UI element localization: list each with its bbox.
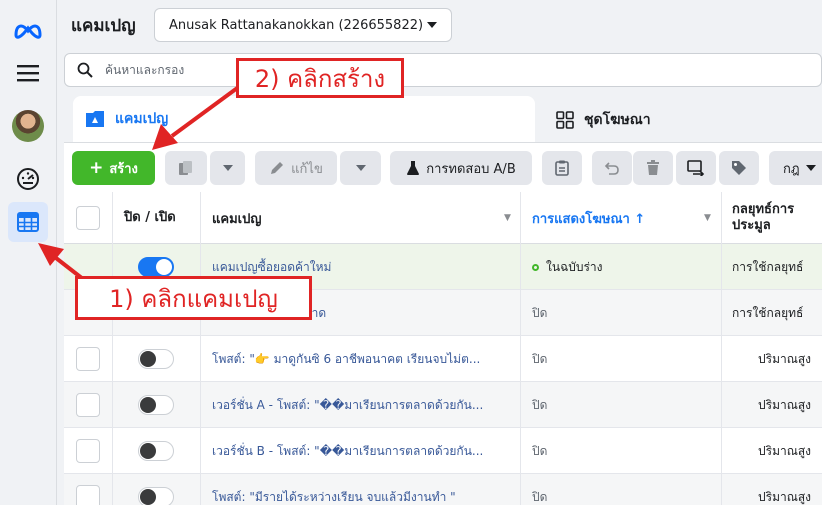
table-row[interactable]: เวอร์ชั่น A - โพสต์: "��มาเรียนการตลาดด้… bbox=[64, 382, 822, 428]
delivery-status: ปิด bbox=[532, 351, 548, 366]
column-header-campaign[interactable]: แคมเปญ bbox=[212, 192, 512, 244]
folder-icon bbox=[86, 111, 104, 127]
column-header-on-off[interactable]: ปิด / เปิด bbox=[124, 192, 182, 244]
annotation-step-2: 2) คลิกสร้าง bbox=[236, 58, 404, 98]
campaign-toggle[interactable] bbox=[138, 349, 174, 369]
campaign-name[interactable]: โพสต์: "มีรายได้ระหว่างเรียน จบแล้วมีงาน… bbox=[212, 474, 512, 505]
chevron-down-icon bbox=[355, 165, 366, 171]
chevron-down-icon bbox=[222, 165, 233, 171]
pencil-icon bbox=[271, 162, 284, 174]
delivery-status: ปิด bbox=[532, 443, 548, 458]
trash-icon bbox=[647, 160, 659, 175]
account-selector[interactable]: Anusak Rattanakanokkan (226655822) bbox=[154, 8, 452, 42]
table-row[interactable]: โพสต์: "มีรายได้ระหว่างเรียน จบแล้วมีงาน… bbox=[64, 474, 822, 505]
bid-strategy: การใช้กลยุทธ์ bbox=[732, 259, 804, 274]
duplicate-icon bbox=[179, 161, 192, 175]
campaigns-table-icon[interactable] bbox=[8, 202, 48, 242]
campaign-toggle[interactable] bbox=[138, 441, 174, 461]
campaign-name[interactable]: โพสต์: "👉 มาดูกันซิ 6 อาชีพอนาคต เรียนจบ… bbox=[212, 336, 512, 382]
row-checkbox[interactable] bbox=[76, 393, 100, 417]
dashboard-icon[interactable] bbox=[8, 159, 48, 199]
grid-icon bbox=[556, 111, 574, 129]
column-header-delivery[interactable]: การแสดงโฆษณา ↑ bbox=[532, 192, 702, 244]
delivery-status: ปิด bbox=[532, 489, 548, 504]
column-header-bid-strategy[interactable]: กลยุทธ์การ ประมูล bbox=[732, 192, 822, 244]
campaign-name[interactable]: เวอร์ชั่น A - โพสต์: "��มาเรียนการตลาดด้… bbox=[212, 382, 512, 428]
annotation-step-1: 1) คลิกแคมเปญ bbox=[75, 276, 312, 320]
bid-strategy: ปริมาณสูง bbox=[758, 443, 812, 458]
campaign-toggle[interactable] bbox=[138, 487, 174, 505]
campaigns-table: ปิด / เปิด แคมเปญ ▼ การแสดงโฆษณา ↑ ▼ กลย… bbox=[64, 192, 822, 505]
tab-ad-sets[interactable]: ชุดโฆษณา bbox=[548, 100, 822, 140]
column-divider bbox=[200, 192, 201, 505]
create-button-label: สร้าง bbox=[109, 161, 138, 177]
delete-button[interactable] bbox=[633, 151, 673, 185]
edit-dropdown-button[interactable] bbox=[340, 151, 381, 185]
column-divider bbox=[112, 192, 113, 505]
left-navigation-rail bbox=[0, 0, 57, 505]
table-row[interactable]: โพสต์: "👉 มาดูกันซิ 6 อาชีพอนาคต เรียนจบ… bbox=[64, 336, 822, 382]
tab-campaigns[interactable]: แคมเปญ bbox=[73, 96, 535, 142]
delivery-status: ปิด bbox=[532, 397, 548, 412]
campaign-toggle[interactable] bbox=[138, 395, 174, 415]
search-placeholder: ค้นหาและกรอง bbox=[105, 62, 185, 77]
table-row[interactable]: เวอร์ชั่น B - โพสต์: "��มาเรียนการตลาดด้… bbox=[64, 428, 822, 474]
search-input[interactable]: ค้นหาและกรอง bbox=[64, 53, 822, 87]
delivery-status-label: ในฉบับร่าง bbox=[546, 259, 603, 274]
clipboard-icon bbox=[555, 160, 569, 176]
top-bar: แคมเปญ Anusak Rattanakanokkan (226655822… bbox=[57, 0, 822, 50]
row-checkbox[interactable] bbox=[76, 485, 100, 505]
row-checkbox[interactable] bbox=[76, 439, 100, 463]
row-checkbox[interactable] bbox=[76, 347, 100, 371]
tab-campaigns-label: แคมเปญ bbox=[115, 111, 169, 127]
chevron-down-icon bbox=[805, 165, 816, 171]
create-button[interactable]: + สร้าง bbox=[72, 151, 155, 185]
undo-icon bbox=[604, 162, 619, 175]
export-button[interactable] bbox=[676, 151, 716, 185]
bid-strategy: ปริมาณสูง bbox=[758, 489, 812, 504]
ab-test-button[interactable]: การทดสอบ A/B bbox=[390, 151, 532, 185]
flask-icon bbox=[407, 161, 420, 175]
draft-status-icon bbox=[532, 263, 539, 271]
toolbar: + สร้าง แก้ไข การทดสอบ A/B กฎ bbox=[64, 142, 822, 192]
tag-icon bbox=[732, 161, 746, 175]
meta-logo-icon[interactable] bbox=[8, 10, 48, 50]
sort-caret-icon[interactable]: ▼ bbox=[504, 192, 514, 244]
campaign-name[interactable]: เวอร์ชั่น B - โพสต์: "��มาเรียนการตลาดด้… bbox=[212, 428, 512, 474]
chevron-down-icon bbox=[427, 22, 437, 28]
search-icon bbox=[77, 62, 93, 78]
select-all-checkbox[interactable] bbox=[76, 206, 100, 230]
menu-icon[interactable] bbox=[8, 53, 48, 93]
export-icon bbox=[687, 160, 705, 176]
delivery-status: ปิด bbox=[532, 305, 548, 320]
bid-strategy: การใช้กลยุทธ์ bbox=[732, 305, 804, 320]
edit-button[interactable]: แก้ไข bbox=[255, 151, 337, 185]
avatar[interactable] bbox=[8, 106, 48, 146]
account-name: Anusak Rattanakanokkan (226655822) bbox=[169, 17, 424, 33]
clipboard-button[interactable] bbox=[542, 151, 582, 185]
sort-caret-icon[interactable]: ▼ bbox=[704, 192, 714, 244]
edit-button-label: แก้ไข bbox=[291, 161, 323, 177]
duplicate-button[interactable] bbox=[165, 151, 207, 185]
tag-button[interactable] bbox=[719, 151, 759, 185]
ab-test-button-label: การทดสอบ A/B bbox=[426, 161, 516, 177]
duplicate-dropdown-button[interactable] bbox=[210, 151, 245, 185]
rules-button-label: กฎ bbox=[783, 161, 800, 177]
undo-button[interactable] bbox=[592, 151, 632, 185]
delivery-status: ในฉบับร่าง bbox=[532, 244, 722, 290]
rules-button[interactable]: กฎ bbox=[769, 151, 822, 185]
table-header: ปิด / เปิด แคมเปญ ▼ การแสดงโฆษณา ↑ ▼ กลย… bbox=[64, 192, 822, 244]
column-divider bbox=[520, 192, 521, 505]
plus-icon: + bbox=[89, 158, 104, 178]
tab-ad-sets-label: ชุดโฆษณา bbox=[584, 112, 651, 128]
bid-strategy: ปริมาณสูง bbox=[758, 351, 812, 366]
campaign-toggle[interactable] bbox=[138, 257, 174, 277]
column-divider bbox=[721, 192, 722, 505]
page-title: แคมเปญ bbox=[71, 16, 136, 36]
bid-strategy: ปริมาณสูง bbox=[758, 397, 812, 412]
